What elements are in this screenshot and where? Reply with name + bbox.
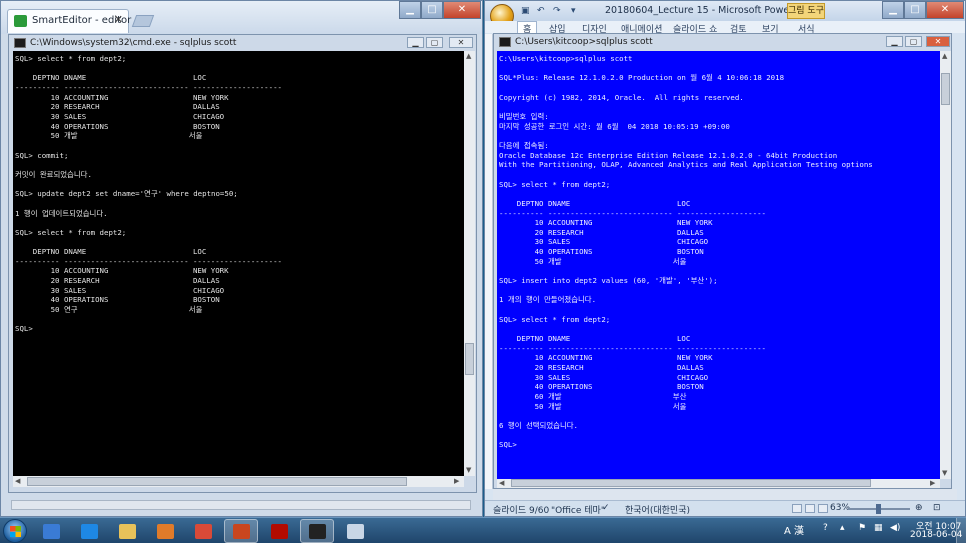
- scroll-left-icon[interactable]: ◀: [499, 479, 504, 487]
- undo-icon[interactable]: ↶: [537, 6, 545, 16]
- maximize-button[interactable]: □: [421, 1, 443, 19]
- smarteditor-tab[interactable]: SmartEditor - editor ✕: [7, 9, 131, 33]
- drawing-tools-tab[interactable]: 그림 도구: [787, 3, 825, 19]
- theme-name: "Office 테마": [551, 506, 605, 516]
- cmd-close-button[interactable]: ✕: [449, 37, 473, 48]
- slide-sorter-icon[interactable]: [805, 504, 815, 513]
- taskbar-file-manager-button[interactable]: [34, 519, 68, 543]
- right-vertical-scrollbar[interactable]: ▲ ▼: [940, 51, 951, 479]
- left-console[interactable]: SQL> select * from dept2; DEPTNO DNAME L…: [13, 51, 464, 476]
- zoom-level[interactable]: 63%: [830, 503, 850, 513]
- cmd-close-button[interactable]: ✕: [926, 36, 950, 47]
- chrome-icon: [195, 524, 212, 539]
- zoom-in-icon[interactable]: ⊕: [915, 503, 923, 513]
- taskbar-powerpoint-button[interactable]: [224, 519, 258, 543]
- cmd-maximize-button[interactable]: ▢: [905, 36, 922, 47]
- start-button[interactable]: [3, 519, 27, 543]
- ppt-close-button[interactable]: ✕: [926, 1, 964, 19]
- left-vertical-scrollbar[interactable]: ▲ ▼: [464, 51, 475, 476]
- scroll-thumb[interactable]: [511, 479, 871, 487]
- left-cmd-window: C:\Windows\system32\cmd.exe - sqlplus sc…: [8, 34, 477, 493]
- taskbar-media-player-button[interactable]: [148, 519, 182, 543]
- show-desktop-button[interactable]: [956, 518, 966, 543]
- slideshow-view-icon[interactable]: [818, 504, 828, 513]
- folder-icon: [119, 524, 136, 539]
- new-tab-button[interactable]: [131, 15, 155, 27]
- taskbar-folder-button[interactable]: [110, 519, 144, 543]
- help-icon[interactable]: ?: [823, 523, 828, 533]
- powerpoint-window: ▣ ↶ ↷ ▾ 20180604_Lecture 15 - Microsoft …: [484, 0, 966, 517]
- cmd-minimize-button[interactable]: ▁: [886, 36, 903, 47]
- snipping-tool-icon: [347, 524, 364, 539]
- smarteditor-bottom-strip: [1, 493, 482, 516]
- right-console-output: C:\Users\kitcoop>sqlplus scott SQL*Plus:…: [499, 54, 873, 450]
- smarteditor-horizontal-scrollbar[interactable]: [11, 500, 471, 510]
- close-button[interactable]: ✕: [443, 1, 481, 19]
- right-console[interactable]: C:\Users\kitcoop>sqlplus scott SQL*Plus:…: [497, 51, 940, 479]
- smarteditor-favicon-icon: [14, 15, 27, 27]
- network-icon[interactable]: ▦: [874, 523, 883, 533]
- smarteditor-titlebar: SmartEditor - editor ✕ ▁ □ ✕: [1, 1, 482, 34]
- media-player-icon: [157, 524, 174, 539]
- ppt-horizontal-scrollbar[interactable]: [493, 489, 957, 500]
- zoom-slider-thumb[interactable]: [876, 504, 881, 514]
- powerpoint-title: 20180604_Lecture 15 - Microsoft PowerPoi…: [605, 5, 817, 16]
- right-cmd-title: C:\Users\kitcoop>sqlplus scott: [515, 37, 653, 47]
- taskbar: A 漢 ? ▴ ⚑ ▦ ◀) 오전 10:07 2018-06-04: [0, 517, 966, 543]
- scroll-up-icon[interactable]: ▲: [466, 52, 471, 60]
- left-cmd-title: C:\Windows\system32\cmd.exe - sqlplus sc…: [30, 38, 237, 48]
- volume-icon[interactable]: ◀): [890, 523, 900, 533]
- save-icon[interactable]: ▣: [521, 6, 530, 16]
- language-indicator[interactable]: 한국어(대한민국): [625, 503, 690, 516]
- ribbon-tabs: 홈 삽입 디자인 애니메이션 슬라이드 쇼 검토 보기 서식: [485, 21, 965, 35]
- scroll-left-icon[interactable]: ◀: [15, 477, 20, 485]
- acrobat-icon: [271, 524, 288, 539]
- qat-dropdown-icon[interactable]: ▾: [571, 6, 576, 16]
- taskbar-internet-explorer-button[interactable]: [72, 519, 106, 543]
- internet-explorer-icon: [81, 524, 98, 539]
- taskbar-acrobat-button[interactable]: [262, 519, 296, 543]
- scroll-right-icon[interactable]: ▶: [454, 477, 459, 485]
- scroll-right-icon[interactable]: ▶: [930, 479, 935, 487]
- scroll-up-icon[interactable]: ▲: [942, 52, 947, 60]
- slide-counter: 슬라이드 9/60: [493, 506, 550, 516]
- left-horizontal-scrollbar[interactable]: ◀ ▶: [13, 476, 464, 487]
- redo-icon[interactable]: ↷: [553, 6, 561, 16]
- powerpoint-titlebar: ▣ ↶ ↷ ▾ 20180604_Lecture 15 - Microsoft …: [485, 1, 965, 21]
- cmd-maximize-button[interactable]: ▢: [426, 37, 443, 48]
- minimize-button[interactable]: ▁: [399, 1, 421, 19]
- right-horizontal-scrollbar[interactable]: ◀ ▶: [497, 479, 940, 488]
- scroll-thumb[interactable]: [465, 343, 474, 375]
- normal-view-icon[interactable]: [792, 504, 802, 513]
- scroll-down-icon[interactable]: ▼: [942, 469, 947, 477]
- ppt-maximize-button[interactable]: □: [904, 1, 926, 19]
- scroll-down-icon[interactable]: ▼: [466, 466, 471, 474]
- slides-panel[interactable]: [485, 34, 493, 489]
- clock-date[interactable]: 2018-06-04: [910, 530, 962, 540]
- cmd-icon: [309, 524, 326, 539]
- scroll-thumb[interactable]: [941, 73, 950, 105]
- smarteditor-window: SmartEditor - editor ✕ ▁ □ ✕ C:\Windows\…: [0, 0, 483, 517]
- windows-logo-icon: [10, 526, 21, 537]
- taskbar-cmd-button[interactable]: [300, 519, 334, 543]
- spellcheck-icon[interactable]: ✓: [602, 503, 610, 513]
- cmd-minimize-button[interactable]: ▁: [407, 37, 424, 48]
- flag-icon[interactable]: ⚑: [858, 523, 866, 533]
- scroll-thumb[interactable]: [27, 477, 407, 486]
- file-manager-icon: [43, 524, 60, 539]
- taskbar-snipping-tool-button[interactable]: [338, 519, 372, 543]
- taskbar-chrome-button[interactable]: [186, 519, 220, 543]
- right-cmd-window: C:\Users\kitcoop>sqlplus scott ▁ ▢ ✕ C:\…: [493, 33, 952, 489]
- close-icon[interactable]: ✕: [114, 13, 123, 26]
- ppt-status-bar: 슬라이드 9/60 "Office 테마" ✓ 한국어(대한민국) 63% ⊕ …: [485, 500, 965, 516]
- tray-arrow-icon[interactable]: ▴: [840, 523, 845, 533]
- powerpoint-icon: [233, 524, 250, 539]
- ppt-minimize-button[interactable]: ▁: [882, 1, 904, 19]
- ime-indicator[interactable]: A 漢: [784, 522, 804, 537]
- left-console-output: SQL> select * from dept2; DEPTNO DNAME L…: [15, 54, 282, 334]
- fit-window-icon[interactable]: ⊡: [933, 503, 941, 513]
